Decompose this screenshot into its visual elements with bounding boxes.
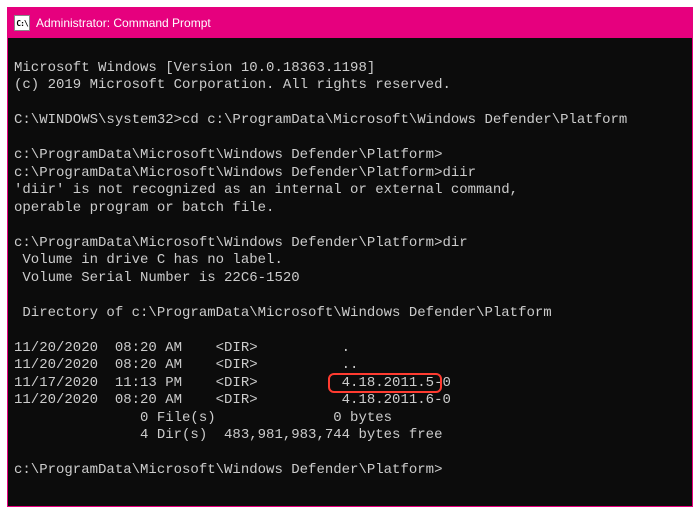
terminal-line: 'diir' is not recognized as an internal … — [14, 182, 518, 198]
cmd-icon: C:\ — [14, 15, 30, 31]
terminal-line: operable program or batch file. — [14, 200, 274, 216]
terminal-line: 11/20/2020 08:20 AM <DIR> 4.18.2011.6-0 — [14, 392, 451, 408]
terminal-line: Directory of c:\ProgramData\Microsoft\Wi… — [14, 305, 552, 321]
terminal-line: (c) 2019 Microsoft Corporation. All righ… — [14, 77, 451, 93]
terminal-line: 4 Dir(s) 483,981,983,744 bytes free — [14, 427, 442, 443]
terminal-line: c:\ProgramData\Microsoft\Windows Defende… — [14, 235, 468, 251]
terminal-line: Volume Serial Number is 22C6-1520 — [14, 270, 300, 286]
terminal-line: Volume in drive C has no label. — [14, 252, 283, 268]
window-title: Administrator: Command Prompt — [36, 16, 211, 30]
terminal-line: Microsoft Windows [Version 10.0.18363.11… — [14, 60, 375, 76]
command-prompt-window: C:\ Administrator: Command Prompt Micros… — [7, 7, 693, 507]
terminal-line: c:\ProgramData\Microsoft\Windows Defende… — [14, 462, 442, 478]
terminal-output[interactable]: Microsoft Windows [Version 10.0.18363.11… — [8, 38, 692, 506]
titlebar[interactable]: C:\ Administrator: Command Prompt — [8, 8, 692, 38]
terminal-line: 11/17/2020 11:13 PM <DIR> 4.18.2011.5-0 — [14, 375, 451, 391]
terminal-line: c:\ProgramData\Microsoft\Windows Defende… — [14, 147, 442, 163]
terminal-line: 11/20/2020 08:20 AM <DIR> .. — [14, 357, 358, 373]
terminal-line: 0 File(s) 0 bytes — [14, 410, 392, 426]
terminal-line: C:\WINDOWS\system32>cd c:\ProgramData\Mi… — [14, 112, 627, 128]
terminal-line: c:\ProgramData\Microsoft\Windows Defende… — [14, 165, 476, 181]
terminal-line: 11/20/2020 08:20 AM <DIR> . — [14, 340, 350, 356]
